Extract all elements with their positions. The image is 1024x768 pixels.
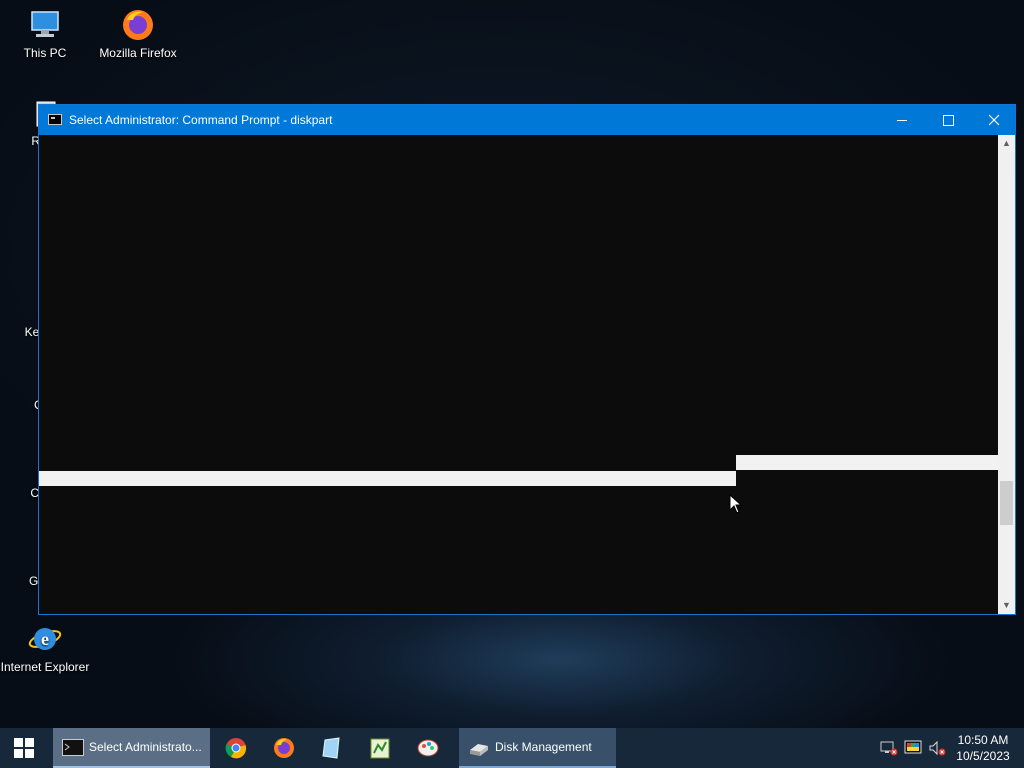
selection-highlight <box>39 471 736 486</box>
start-button[interactable] <box>0 728 48 768</box>
taskbar-item-disk-management[interactable]: Disk Management <box>459 728 616 768</box>
network-icon[interactable] <box>880 740 898 756</box>
taskbar: Select Administrato... Disk Management 1… <box>0 728 1024 768</box>
window-titlebar[interactable]: Select Administrator: Command Prompt - d… <box>39 105 1015 135</box>
command-prompt-window[interactable]: Select Administrator: Command Prompt - d… <box>38 104 1016 615</box>
notepad-icon <box>370 738 390 759</box>
clock-date: 10/5/2023 <box>956 749 1010 763</box>
speaker-muted-icon[interactable] <box>928 740 946 756</box>
maximize-button[interactable] <box>925 105 971 135</box>
selection-highlight <box>736 455 999 470</box>
svg-text:e: e <box>41 629 49 649</box>
taskbar-item-app4[interactable] <box>358 728 402 768</box>
scroll-thumb[interactable] <box>1000 481 1013 525</box>
taskbar-item-command-prompt[interactable]: Select Administrato... <box>53 728 210 768</box>
console-output-area[interactable] <box>39 135 999 614</box>
taskbar-item-app5[interactable] <box>406 728 450 768</box>
scroll-up-icon[interactable]: ▲ <box>998 135 1015 152</box>
console-icon <box>62 739 84 756</box>
disk-drive-icon <box>470 744 488 756</box>
windows-logo-icon <box>14 738 34 758</box>
internet-explorer-icon: e <box>28 622 62 656</box>
desktop-icon-internet-explorer[interactable]: e Internet Explorer <box>0 622 90 675</box>
vertical-scrollbar[interactable]: ▲ ▼ <box>998 135 1015 614</box>
taskbar-item-firefox[interactable] <box>262 728 306 768</box>
minimize-icon <box>897 119 907 121</box>
clock-time: 10:50 AM <box>957 733 1009 747</box>
desktop-icon-label: Mozilla Firefox <box>99 46 177 60</box>
scroll-down-icon[interactable]: ▼ <box>998 597 1015 614</box>
firefox-icon <box>121 8 155 42</box>
mouse-cursor-icon <box>729 494 741 514</box>
paint-icon <box>417 739 439 757</box>
minimize-button[interactable] <box>879 105 925 135</box>
system-clock[interactable]: 10:50 AM 10/5/2023 <box>948 732 1018 764</box>
desktop-icon-firefox[interactable]: Mozilla Firefox <box>93 8 183 61</box>
document-icon <box>322 737 340 759</box>
desktop-icon-label: This PC <box>23 46 67 60</box>
close-icon <box>988 114 1000 126</box>
taskbar-item-chrome[interactable] <box>214 728 258 768</box>
taskbar-item-label: Select Administrato... <box>89 740 202 754</box>
chrome-icon <box>225 738 247 759</box>
window-title: Select Administrator: Command Prompt - d… <box>69 113 333 127</box>
console-icon <box>48 114 62 125</box>
taskbar-item-app3[interactable] <box>310 728 354 768</box>
taskbar-item-label: Disk Management <box>495 740 592 754</box>
firefox-icon <box>274 738 294 758</box>
computer-icon <box>28 8 62 42</box>
maximize-icon <box>942 114 954 126</box>
desktop-icon-label: Internet Explorer <box>0 660 90 674</box>
close-button[interactable] <box>971 105 1017 135</box>
desktop-icon-this-pc[interactable]: This PC <box>0 8 90 61</box>
display-color-icon[interactable] <box>904 740 922 756</box>
